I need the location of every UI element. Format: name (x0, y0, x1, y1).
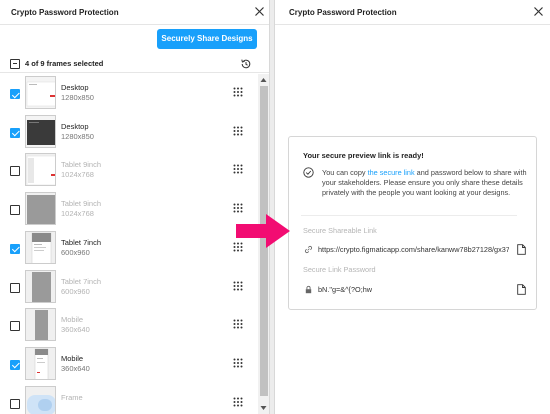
history-icon[interactable] (240, 58, 252, 70)
frame-name: Tablet 9inch (61, 199, 102, 209)
arrow-right-icon (236, 214, 290, 248)
frame-thumbnail (25, 346, 56, 380)
thumbnail-image (26, 386, 55, 414)
frame-row[interactable]: Tablet 9inch 1024x768 (0, 190, 258, 229)
frame-thumbnail (25, 308, 56, 342)
scroll-down-icon[interactable] (260, 405, 267, 411)
frame-thumbnail (25, 269, 56, 303)
right-panel: Crypto Password Protection Your secure p… (274, 0, 550, 414)
frame-size: 360x640 (61, 363, 90, 373)
drag-handle-icon[interactable] (233, 87, 243, 97)
frame-checkbox[interactable] (10, 127, 20, 138)
frame-thumbnail (25, 76, 56, 109)
frame-checkbox[interactable] (10, 398, 20, 409)
thumbnail-image (26, 77, 55, 108)
frame-checkbox[interactable] (10, 321, 20, 332)
drag-handle-icon[interactable] (233, 164, 243, 174)
right-panel-title: Crypto Password Protection (289, 8, 397, 17)
select-all-checkbox[interactable] (10, 59, 20, 69)
close-icon[interactable] (532, 5, 545, 18)
right-panel-header: Crypto Password Protection (275, 0, 550, 25)
link-label: Secure Shareable Link (303, 226, 377, 235)
lock-icon (305, 285, 312, 294)
frame-checkbox[interactable] (10, 359, 20, 370)
thumbnail-image (26, 309, 55, 341)
frame-name: Tablet 7inch (61, 276, 102, 286)
frame-row[interactable]: Tablet 9inch 1024x768 (0, 151, 258, 190)
frame-name: Mobile (61, 353, 84, 363)
drag-handle-icon[interactable] (233, 319, 243, 329)
frame-size: 1024x768 (61, 209, 94, 219)
close-icon[interactable] (253, 5, 266, 18)
frame-name: Mobile (61, 315, 84, 325)
frame-list: Desktop 1280x850 Desktop 1280x850 Tablet 9in… (0, 74, 258, 414)
drag-handle-icon[interactable] (233, 358, 243, 368)
frame-name: Desktop (61, 121, 89, 131)
frame-checkbox[interactable] (10, 89, 20, 99)
drag-handle-icon[interactable] (233, 203, 243, 213)
left-panel-title: Crypto Password Protection (11, 8, 119, 17)
password-label: Secure Link Password (303, 265, 376, 274)
frame-thumbnail (25, 192, 56, 226)
frame-thumbnail (25, 114, 56, 148)
frame-size: 600x960 (61, 286, 90, 296)
card-title: Your secure preview link is ready! (303, 151, 424, 160)
thumbnail-image (26, 115, 55, 147)
frame-name: Desktop (61, 83, 89, 92)
frame-row[interactable]: Desktop 1280x850 (0, 113, 258, 152)
secure-password-value: bN."g=&^{?O;hw (318, 285, 373, 294)
scroll-up-icon[interactable] (260, 77, 267, 83)
frame-row[interactable]: Tablet 7inch 600x960 (0, 229, 258, 268)
frame-name: Frame (61, 392, 83, 402)
frame-checkbox[interactable] (10, 243, 20, 254)
thumbnail-image (26, 347, 55, 379)
selection-count: 4 of 9 frames selected (25, 59, 104, 68)
thumbnail-image (26, 193, 55, 225)
frame-name: Tablet 7inch (61, 237, 102, 247)
thumbnail-image (26, 270, 55, 302)
thumbnail-image (26, 231, 55, 263)
frame-row[interactable]: Tablet 7inch 600x960 (0, 268, 258, 307)
frame-row[interactable]: Desktop 1280x850 (0, 74, 258, 113)
frame-thumbnail (25, 230, 56, 264)
frame-thumbnail (25, 385, 56, 414)
securely-share-designs-button[interactable]: Securely Share Designs (157, 29, 257, 49)
drag-handle-icon[interactable] (233, 397, 243, 407)
left-panel-header: Crypto Password Protection (0, 0, 269, 25)
copy-icon[interactable] (517, 244, 526, 255)
link-icon (304, 245, 313, 254)
copy-icon[interactable] (517, 284, 526, 295)
frame-size: 1024x768 (61, 170, 94, 180)
desc-text: You can copy (322, 168, 368, 177)
frame-row[interactable]: Mobile 360x640 (0, 306, 258, 345)
frame-checkbox[interactable] (10, 166, 20, 177)
frame-size: 360x640 (61, 325, 90, 335)
secure-link-link[interactable]: the secure link (368, 168, 415, 177)
left-panel: Crypto Password Protection Securely Shar… (0, 0, 270, 414)
frame-thumbnail (25, 153, 56, 187)
frame-row[interactable]: Mobile 360x640 (0, 345, 258, 384)
divider (301, 215, 517, 216)
secure-link-card: Your secure preview link is ready! You c… (288, 136, 537, 310)
frame-row[interactable]: Frame (0, 384, 258, 414)
drag-handle-icon[interactable] (233, 126, 243, 136)
frame-size: 1280x850 (61, 93, 94, 102)
frame-checkbox[interactable] (10, 282, 20, 293)
thumbnail-image (26, 154, 55, 186)
frame-name: Tablet 9inch (61, 160, 102, 170)
frame-size: 1280x850 (61, 131, 94, 141)
selection-bar: 4 of 9 frames selected (0, 55, 269, 73)
frame-checkbox[interactable] (10, 205, 20, 216)
drag-handle-icon[interactable] (233, 281, 243, 291)
card-description: You can copy the secure link and passwor… (322, 168, 527, 198)
frame-size: 600x960 (61, 247, 90, 257)
secure-link-value: https://crypto.figmaticapp.com/share/kan… (318, 245, 509, 254)
check-circle-icon (303, 167, 314, 178)
